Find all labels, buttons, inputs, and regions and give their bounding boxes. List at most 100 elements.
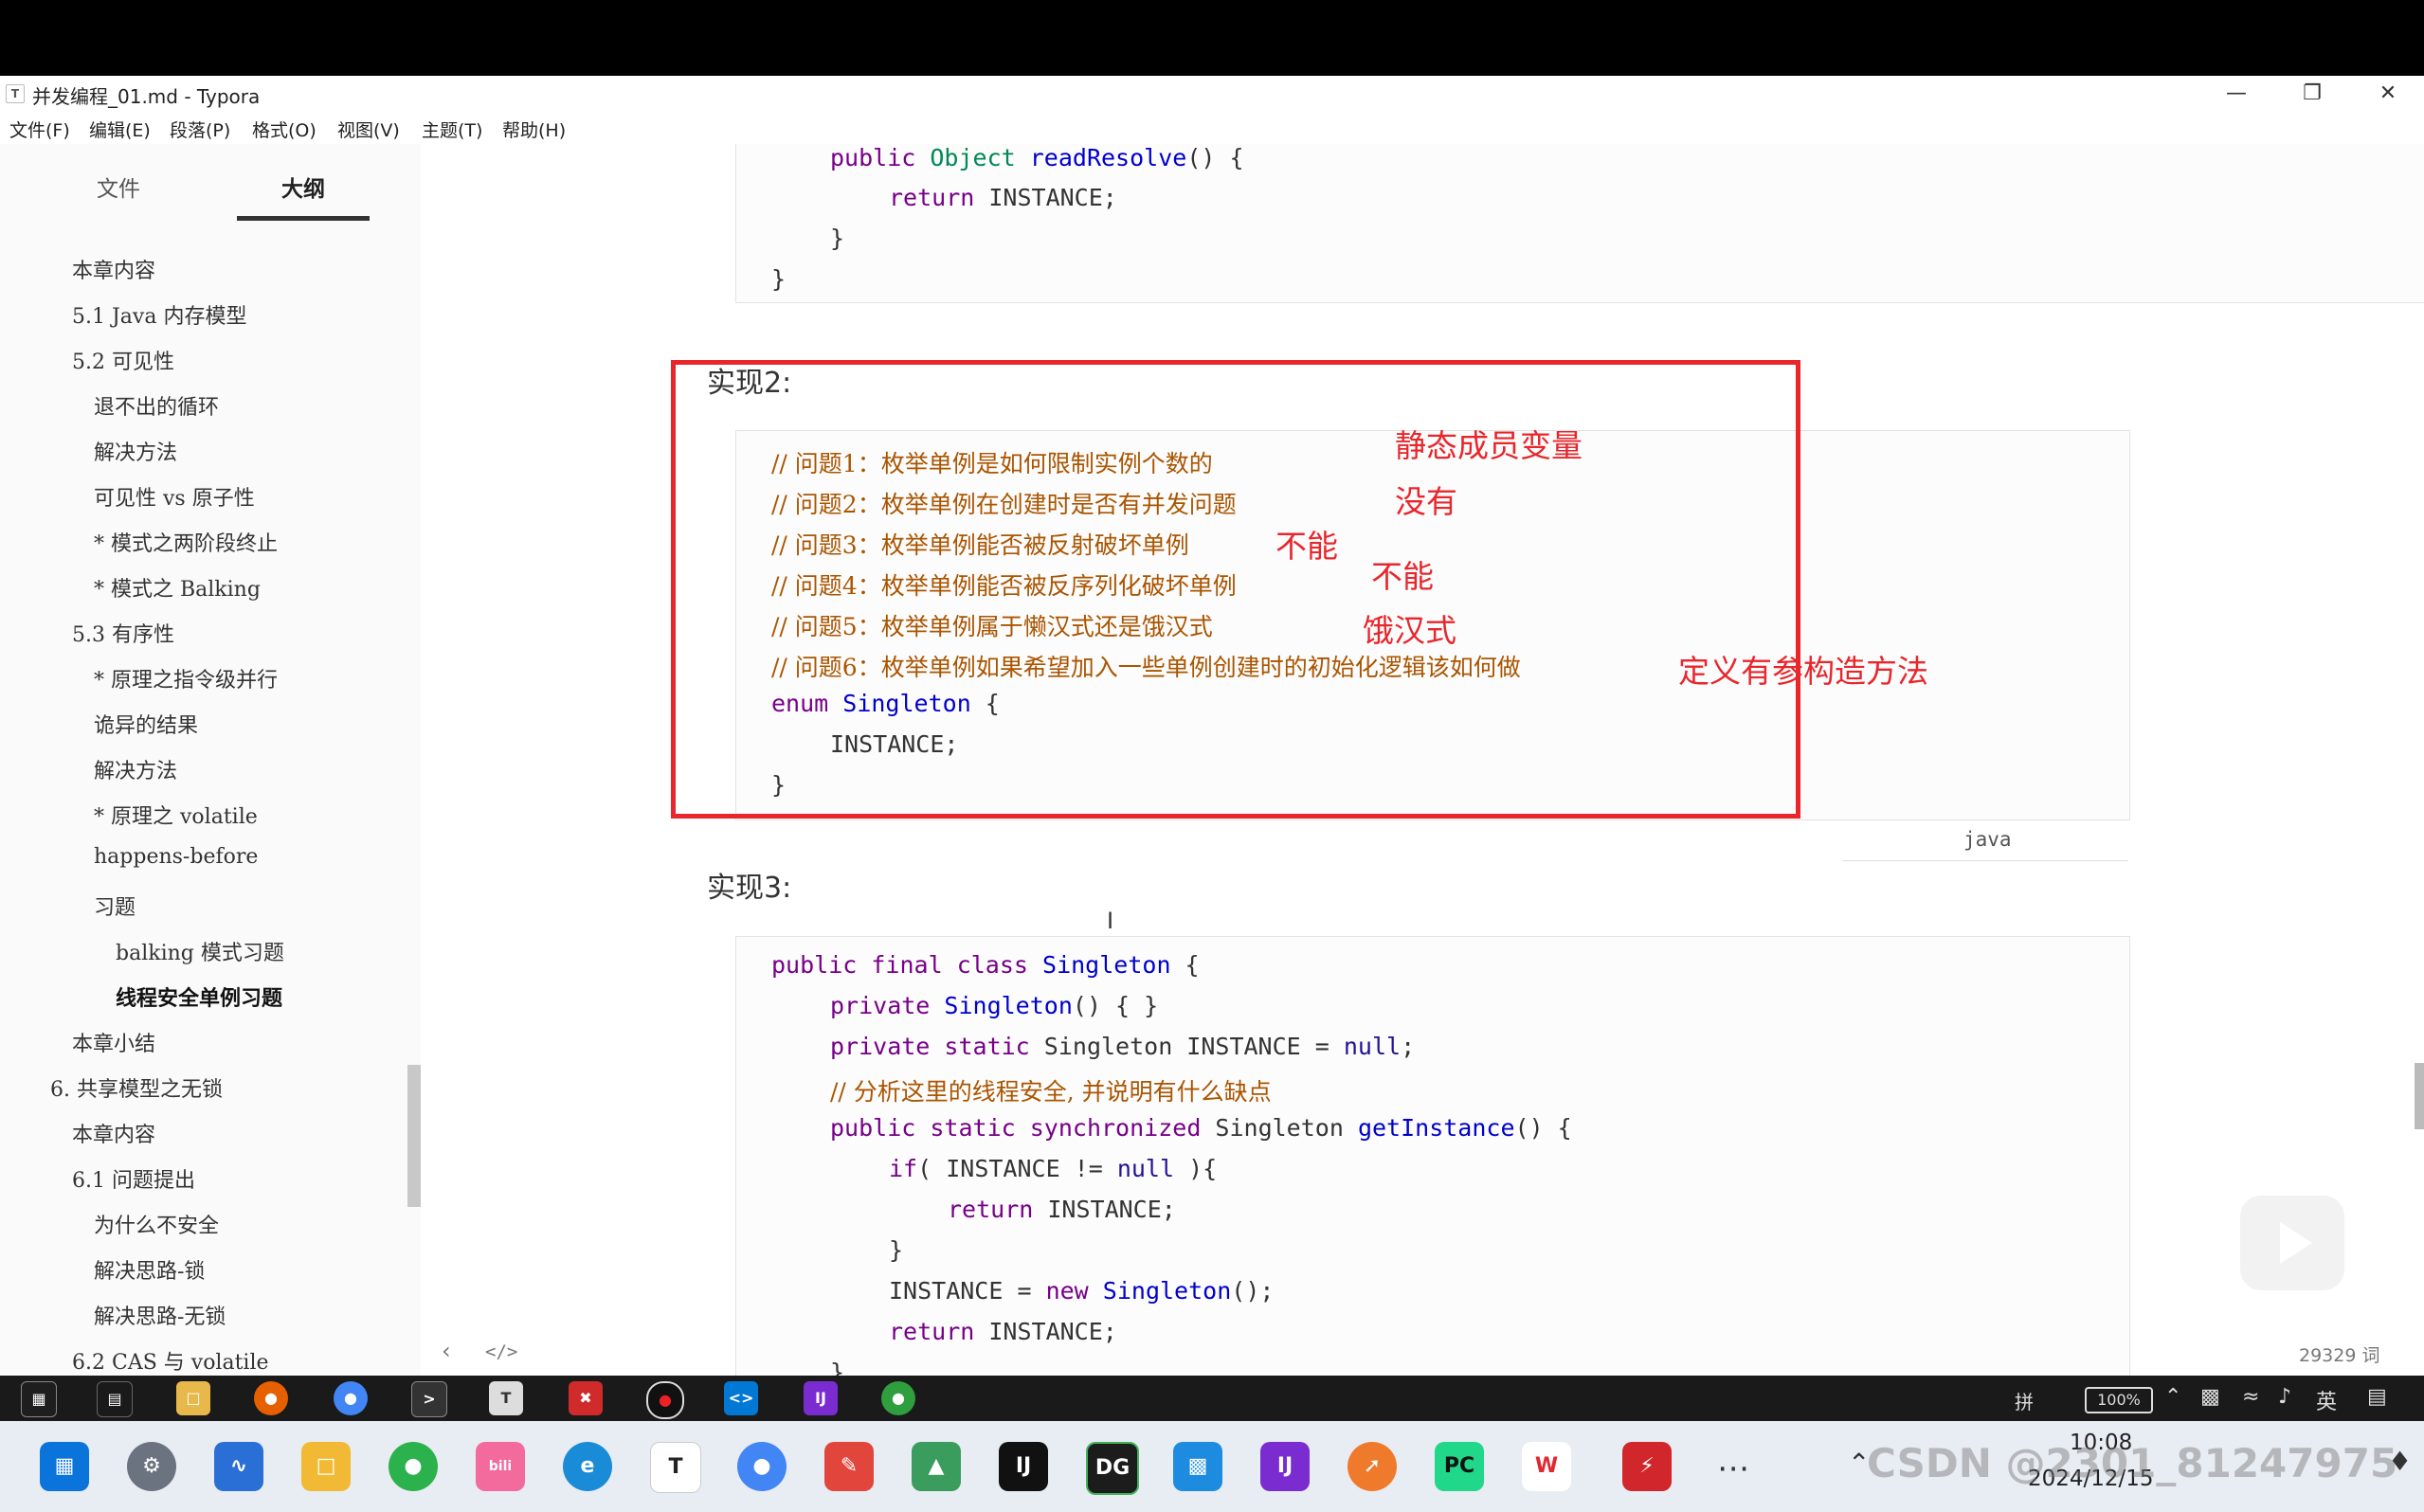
drive-icon[interactable]: ▩ [2200, 1385, 2220, 1409]
bilibili-icon[interactable]: bili [476, 1442, 525, 1491]
outline-item[interactable]: happens-before [94, 845, 258, 869]
pycharm-icon[interactable]: PC [1435, 1442, 1484, 1491]
terminal-icon[interactable]: > [411, 1381, 447, 1417]
recorder-icon[interactable]: ● [646, 1381, 684, 1419]
restore-button[interactable]: ❐ [2284, 80, 2341, 108]
tab-outline[interactable]: 大纲 [281, 171, 325, 203]
battery-indicator[interactable]: 100% [2085, 1387, 2153, 1413]
firefox-icon[interactable]: ● [254, 1381, 288, 1415]
code-line: } [771, 265, 787, 293]
outline-item[interactable]: * 原理之 volatile [94, 800, 258, 830]
outline-item[interactable]: 习题 [94, 891, 136, 921]
outline-item[interactable]: 6.2 CAS 与 volatile [72, 1345, 269, 1376]
file-explorer-icon[interactable]: □ [176, 1381, 210, 1415]
editor-area: bilibili public Object readResolve() { r… [421, 144, 2424, 1376]
menu-view[interactable]: 视图(V) [337, 117, 400, 142]
menu-file[interactable]: 文件(F) [9, 117, 70, 142]
edge-icon[interactable]: e [563, 1442, 612, 1491]
outline-item[interactable]: 6. 共享模型之无锁 [50, 1072, 223, 1103]
sidebar-scrollbar[interactable] [407, 1065, 421, 1207]
task-view-icon[interactable]: ▤ [97, 1381, 133, 1417]
wifi-icon[interactable]: ≈ [2242, 1385, 2259, 1409]
typora-app-icon: T [6, 84, 25, 103]
code-language-label[interactable]: java [1963, 828, 2012, 851]
outline-item[interactable]: 本章小结 [72, 1027, 155, 1057]
windows-start-icon[interactable]: ▦ [21, 1381, 57, 1417]
outline-item[interactable]: 解决方法 [94, 436, 177, 466]
outline-item[interactable]: 解决方法 [94, 754, 177, 784]
typora-icon[interactable]: T [489, 1381, 523, 1415]
settings-gear-icon[interactable]: ⚙ [127, 1442, 176, 1491]
outline-item[interactable]: 为什么不安全 [94, 1209, 219, 1239]
code-line: if( INSTANCE != null ){ [889, 1155, 1218, 1182]
code-line: private static Singleton INSTANCE = null… [830, 1033, 1416, 1060]
source-code-mode-icon[interactable]: </> [485, 1341, 517, 1362]
camtasia-icon[interactable]: ● [881, 1381, 915, 1415]
outline-item[interactable]: * 模式之两阶段终止 [94, 527, 278, 557]
outline-item[interactable]: 5.3 有序性 [72, 618, 174, 648]
notification-icon[interactable]: ▤ [2367, 1385, 2387, 1409]
outline-item[interactable]: 本章内容 [72, 1118, 155, 1148]
outline-item[interactable]: 本章内容 [72, 254, 155, 284]
annotation-note: 不能 [1371, 558, 1434, 595]
outline-item[interactable]: 解决思路-锁 [94, 1254, 205, 1285]
outline-item[interactable]: balking 模式习题 [116, 936, 284, 966]
title-bar: T 并发编程_01.md - Typora — ❐ ✕ [0, 76, 2424, 112]
menu-paragraph[interactable]: 段落(P) [170, 117, 230, 142]
outline-item[interactable]: * 原理之指令级并行 [94, 663, 278, 693]
menu-theme[interactable]: 主题(T) [422, 117, 482, 142]
code-line: public static synchronized Singleton get… [830, 1114, 1572, 1142]
chart-app-icon[interactable]: ▲ [912, 1442, 961, 1491]
collapse-sidebar-icon[interactable]: ‹ [442, 1338, 451, 1364]
chrome-icon[interactable]: ● [737, 1442, 787, 1491]
outline-item[interactable]: 可见性 vs 原子性 [94, 481, 255, 512]
outline-item[interactable]: 6.1 问题提出 [72, 1163, 195, 1194]
intellij-icon[interactable]: IJ [804, 1381, 838, 1415]
menu-help[interactable]: 帮助(H) [502, 117, 566, 142]
eraser-icon[interactable]: ✎ [824, 1442, 874, 1491]
datagrip-icon[interactable]: DG [1086, 1442, 1139, 1495]
menu-format[interactable]: 格式(O) [252, 117, 317, 142]
editor-scrollbar[interactable] [2415, 1063, 2424, 1129]
outline-item[interactable]: 5.1 Java 内存模型 [72, 299, 246, 330]
heading-impl-3: 实现3: [707, 872, 792, 905]
wps-icon[interactable]: W [1522, 1442, 1571, 1491]
close-button[interactable]: ✕ [2360, 80, 2416, 108]
ime-english-indicator[interactable]: 英 [2316, 1385, 2337, 1415]
outline-item[interactable]: 诡异的结果 [94, 709, 198, 739]
window-title: 并发编程_01.md - Typora [32, 85, 261, 108]
typora-icon[interactable]: T [650, 1442, 701, 1493]
video-play-icon[interactable] [2240, 1196, 2344, 1290]
text-cursor-icon: I [1107, 908, 1114, 934]
code-line: } [889, 1236, 904, 1264]
outline-item-active[interactable]: 线程安全单例习题 [116, 981, 282, 1012]
outline-item[interactable]: * 模式之 Balking [94, 572, 261, 603]
chrome-icon[interactable]: ● [334, 1381, 368, 1415]
flashpoint-icon[interactable]: ⚡ [1622, 1442, 1672, 1491]
code-line: } [830, 225, 845, 252]
menu-edit[interactable]: 编辑(E) [89, 117, 151, 142]
xmind-icon[interactable]: ✖ [569, 1381, 603, 1415]
code-line: INSTANCE = new Singleton(); [889, 1277, 1275, 1305]
task-manager-icon[interactable]: ∿ [214, 1442, 263, 1491]
outline-item[interactable]: 5.2 可见性 [72, 345, 174, 375]
intellij-ultimate-icon[interactable]: IJ [1260, 1442, 1310, 1491]
outline-item[interactable]: 解决思路-无锁 [94, 1300, 226, 1330]
ime-pinyin-indicator[interactable]: 拼 [2015, 1387, 2034, 1414]
taskbar: ▦ ⚙ ∿ □ ● bili e T ● ✎ ▲ IJ DG ▩ IJ ➚ PC… [0, 1421, 2424, 1512]
chevron-up-icon[interactable]: ⌃ [2164, 1385, 2181, 1409]
postman-icon[interactable]: ➚ [1348, 1442, 1397, 1491]
speaker-icon[interactable]: ♪ [2278, 1385, 2291, 1409]
remote-desktop-icon[interactable]: ▩ [1173, 1442, 1222, 1491]
wechat-icon[interactable]: ● [389, 1442, 438, 1491]
outline-item[interactable]: 退不出的循环 [94, 390, 219, 421]
sidebar: 文件 大纲 本章内容 5.1 Java 内存模型 5.2 可见性 退不出的循环 … [0, 144, 421, 1376]
intellij-icon[interactable]: IJ [999, 1442, 1048, 1491]
word-count[interactable]: 29329 词 [2299, 1341, 2379, 1367]
file-explorer-icon[interactable]: □ [301, 1442, 351, 1491]
tab-files[interactable]: 文件 [97, 171, 140, 203]
more-apps-icon[interactable]: ⋯ [1717, 1449, 1749, 1487]
windows-start-icon[interactable]: ▦ [40, 1442, 89, 1491]
vscode-icon[interactable]: <> [724, 1381, 758, 1415]
minimize-button[interactable]: — [2208, 80, 2265, 108]
